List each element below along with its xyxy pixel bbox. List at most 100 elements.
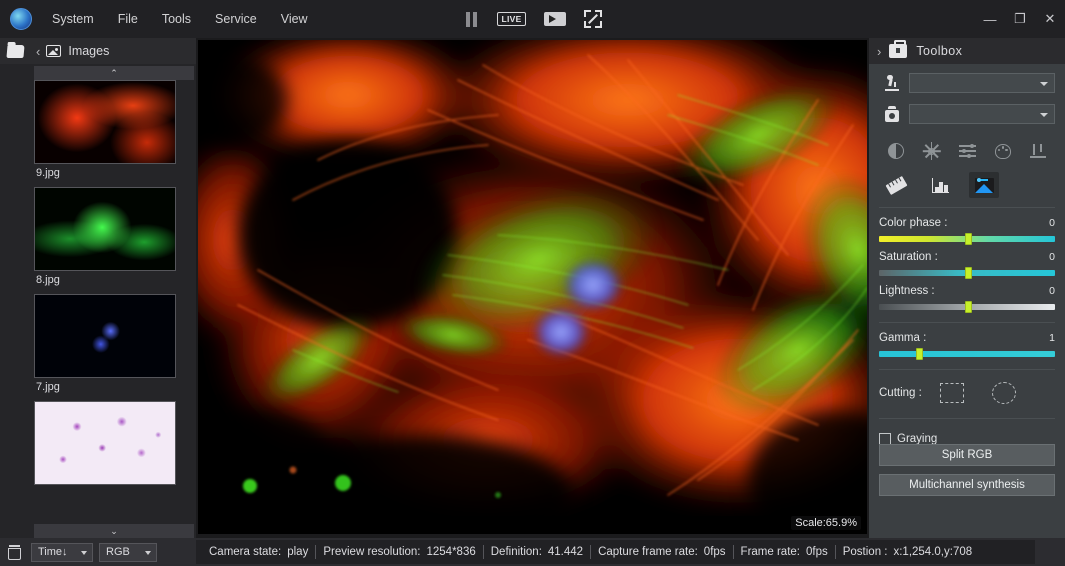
chevron-down-icon [81, 551, 87, 555]
chevron-down-icon [145, 551, 151, 555]
tool-icon-row-2 [879, 164, 1055, 198]
definition-field: Definition: 41.442 [484, 546, 590, 558]
saturation-label: Saturation : [879, 251, 938, 263]
color-phase-knob[interactable] [965, 233, 972, 245]
gamma-knob[interactable] [916, 348, 923, 360]
thumbnail-list[interactable]: 9.jpg 8.jpg 7.jpg [34, 80, 194, 522]
toolbox-panel: › Toolbox [869, 38, 1065, 538]
image-canvas-area[interactable]: Scale:65.9% [196, 38, 869, 538]
contrast-icon[interactable] [881, 138, 911, 164]
thumbnails-scroll-up[interactable]: ⌃ [34, 66, 194, 80]
color-mode-select[interactable]: RGB [99, 543, 157, 562]
menu-bar: System File Tools Service View [50, 8, 310, 30]
title-bar: System File Tools Service View LIVE — ❐ … [0, 0, 1065, 38]
list-item[interactable] [34, 401, 194, 485]
capture-frame-rate-label: Capture frame rate: [598, 546, 698, 558]
list-item[interactable]: 8.jpg [34, 187, 194, 290]
scale-indicator: Scale:65.9% [791, 516, 861, 530]
minimize-button[interactable]: — [975, 0, 1005, 38]
application-window: System File Tools Service View LIVE — ❐ … [0, 0, 1065, 566]
pause-icon[interactable] [463, 11, 479, 27]
sort-order-value: Time↓ [38, 546, 68, 558]
menu-item-system[interactable]: System [50, 8, 96, 30]
thumbnail-image[interactable] [34, 187, 176, 271]
gamma-slider[interactable]: Gamma : 1 [879, 323, 1055, 357]
lightness-track[interactable] [879, 304, 1055, 310]
adjust-sliders-icon[interactable] [952, 138, 982, 164]
menu-item-service[interactable]: Service [213, 8, 259, 30]
menu-item-tools[interactable]: Tools [160, 8, 193, 30]
capture-frame-rate-value: 0fps [704, 546, 726, 558]
preview-resolution-label: Preview resolution: [323, 546, 420, 558]
cutting-row: Cutting : [879, 370, 1055, 404]
lightness-slider[interactable]: Lightness : 0 [879, 276, 1055, 310]
crop-ellipse-icon[interactable] [992, 382, 1016, 404]
saturation-knob[interactable] [965, 267, 972, 279]
gamma-label: Gamma : [879, 332, 926, 344]
ruler-icon[interactable] [881, 172, 911, 198]
fullscreen-icon[interactable] [584, 10, 602, 28]
back-chevron-icon[interactable]: ‹ [28, 44, 46, 59]
menu-item-file[interactable]: File [116, 8, 140, 30]
thumbnails-scroll-down[interactable]: ⌄ [34, 524, 194, 538]
saturation-track[interactable] [879, 270, 1055, 276]
thumbnail-label: 8.jpg [34, 271, 194, 290]
definition-value: 41.442 [548, 546, 583, 558]
camera-select[interactable] [909, 104, 1055, 124]
position-label: Postion : [843, 546, 888, 558]
camera-state-field: Camera state: play [202, 546, 315, 558]
thumbnail-image[interactable] [34, 294, 176, 378]
brightness-icon[interactable] [917, 138, 947, 164]
toolbox-body: Color phase : 0 Saturation : 0 Light [869, 64, 1065, 445]
histogram-icon[interactable] [925, 172, 955, 198]
lightness-value: 0 [1049, 285, 1055, 297]
palette-icon[interactable] [988, 138, 1018, 164]
camera-select-row [879, 103, 1055, 125]
thumbnail-image[interactable] [34, 80, 176, 164]
list-item[interactable]: 9.jpg [34, 80, 194, 183]
live-badge[interactable]: LIVE [497, 12, 525, 26]
sort-order-select[interactable]: Time↓ [31, 543, 93, 562]
images-panel-header: ‹ Images [0, 38, 196, 64]
chevron-down-icon [1040, 82, 1048, 86]
expand-chevron-icon[interactable]: › [877, 44, 881, 59]
saturation-slider[interactable]: Saturation : 0 [879, 242, 1055, 276]
preview-resolution-field: Preview resolution: 1254*836 [316, 546, 482, 558]
record-video-icon[interactable] [544, 12, 566, 26]
lightness-knob[interactable] [965, 301, 972, 313]
gamma-value: 1 [1049, 332, 1055, 344]
fluorescence-cell-image [198, 40, 867, 516]
thumbnail-image[interactable] [34, 401, 176, 485]
position-value: x:1,254.0,y:708 [893, 546, 972, 558]
folder-icon[interactable] [2, 38, 28, 64]
close-button[interactable]: ✕ [1035, 0, 1065, 38]
camera-state-value: play [287, 546, 308, 558]
list-item[interactable]: 7.jpg [34, 294, 194, 397]
gamma-track[interactable] [879, 351, 1055, 357]
split-rgb-button[interactable]: Split RGB [879, 444, 1055, 466]
lightness-label: Lightness : [879, 285, 935, 297]
thumbnail-label: 7.jpg [34, 378, 194, 397]
camera-icon [879, 103, 905, 125]
images-panel-title: Images [68, 44, 109, 58]
sort-icon[interactable] [1023, 138, 1053, 164]
multichannel-synthesis-button[interactable]: Multichannel synthesis [879, 474, 1055, 496]
camera-state-label: Camera state: [209, 546, 281, 558]
frame-rate-field: Frame rate: 0fps [734, 546, 835, 558]
picture-icon[interactable] [969, 172, 999, 198]
trash-icon[interactable] [8, 545, 21, 560]
images-panel: ‹ Images ⌃ 9.jpg 8.jpg 7.jpg ⌄ [0, 38, 196, 538]
menu-item-view[interactable]: View [279, 8, 310, 30]
saturation-value: 0 [1049, 251, 1055, 263]
color-phase-track[interactable] [879, 236, 1055, 242]
image-icon [46, 45, 61, 57]
microscope-select[interactable] [909, 73, 1055, 93]
image-canvas[interactable]: Scale:65.9% [198, 40, 867, 534]
app-logo-icon [10, 8, 32, 30]
restore-button[interactable]: ❐ [1005, 0, 1035, 38]
left-rail [0, 64, 34, 538]
position-field: Postion : x:1,254.0,y:708 [836, 546, 979, 558]
crop-rectangle-icon[interactable] [940, 383, 964, 403]
toolbox-icon [889, 44, 907, 58]
color-phase-slider[interactable]: Color phase : 0 [879, 208, 1055, 242]
